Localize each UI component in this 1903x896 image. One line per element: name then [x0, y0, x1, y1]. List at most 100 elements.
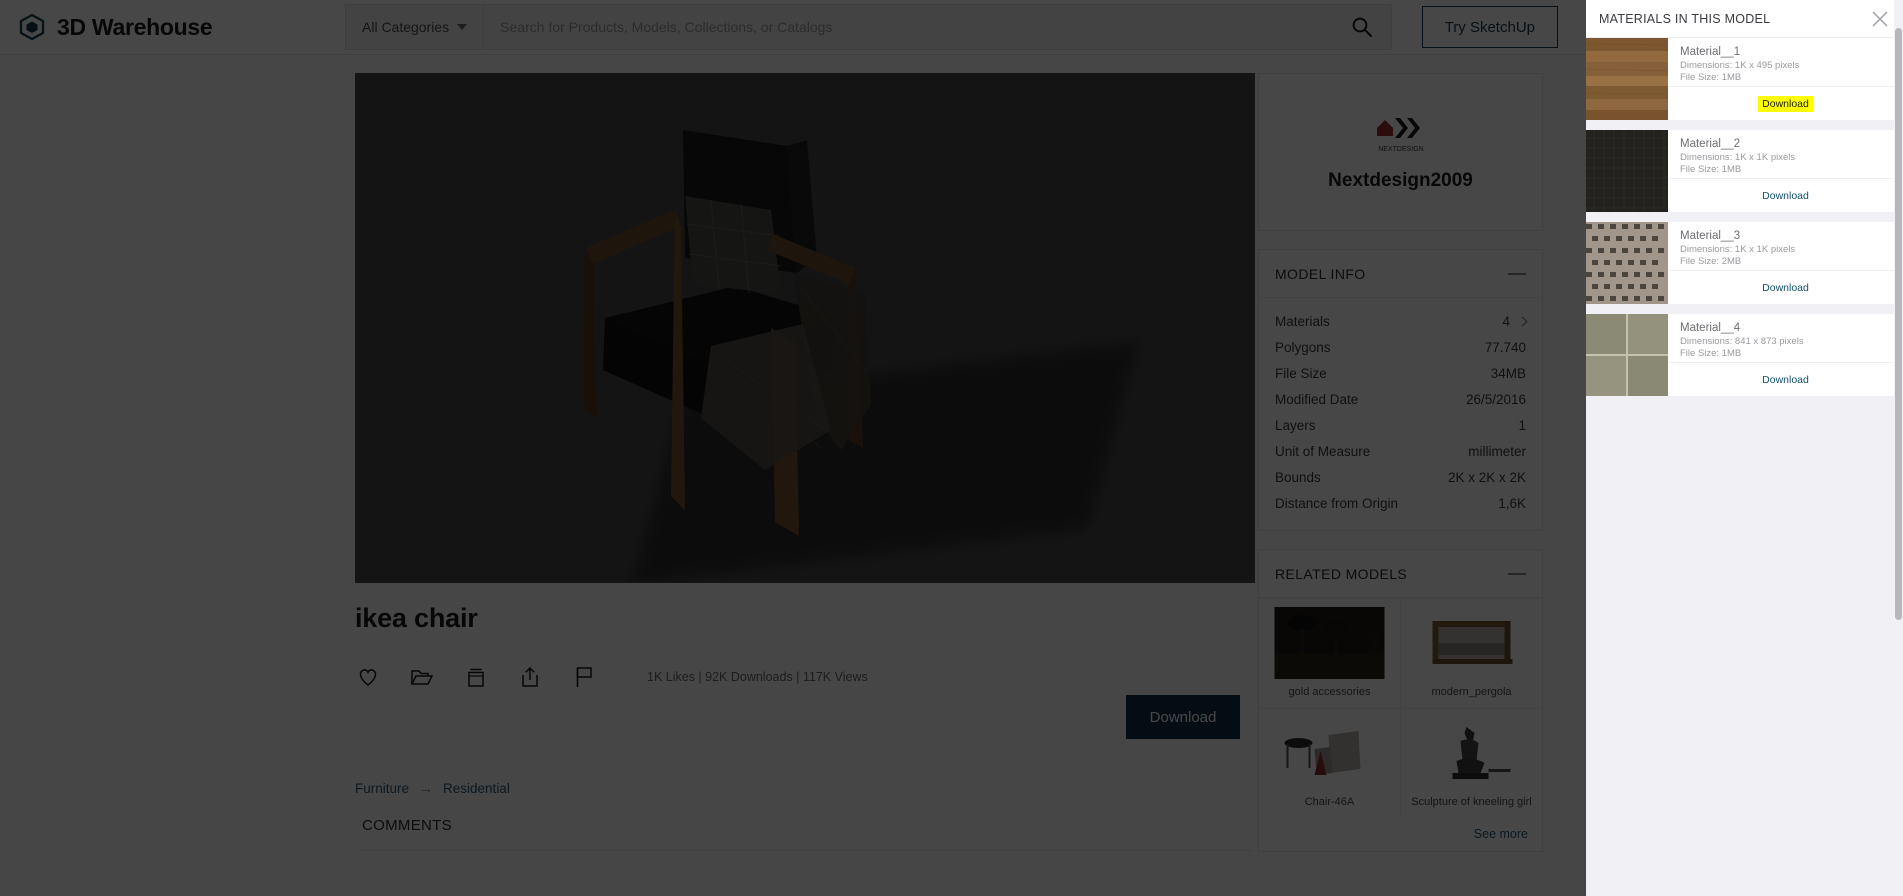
material-download-button[interactable]: Download: [1758, 280, 1813, 296]
material-download-row: Download: [1668, 178, 1903, 212]
breadcrumb-item-residential[interactable]: Residential: [443, 781, 510, 796]
cube-logo-icon: [19, 13, 45, 41]
info-value: 2K x 2K x 2K: [1447, 469, 1526, 485]
info-row-modified-date: Modified Date 26/5/2016: [1275, 386, 1526, 412]
material-item[interactable]: Material__3 Dimensions: 1K x 1K pixels F…: [1586, 222, 1903, 304]
info-label: Polygons: [1275, 339, 1331, 355]
download-model-button[interactable]: Download: [1126, 695, 1240, 739]
breadcrumb: Furniture → Residential: [355, 780, 510, 796]
close-materials-panel-button[interactable]: [1869, 8, 1891, 30]
material-download-button[interactable]: Download: [1758, 95, 1813, 112]
model-action-row: 1K Likes | 92K Downloads | 117K Views: [355, 664, 1255, 690]
info-label: Distance from Origin: [1275, 495, 1399, 511]
material-meta: Material__3 Dimensions: 1K x 1K pixels F…: [1668, 222, 1903, 270]
info-row-distance-from-origin: Distance from Origin 1,6K: [1275, 490, 1526, 516]
material-download-row: Download: [1668, 270, 1903, 304]
materials-panel-scrollbar[interactable]: [1894, 0, 1903, 896]
info-row-file-size: File Size 34MB: [1275, 360, 1526, 386]
model-info-card: MODEL INFO Materials 4 Polygons 77.740 F…: [1258, 249, 1543, 531]
related-model-sculpture-kneeling-girl[interactable]: Sculpture of kneeling girl: [1401, 709, 1542, 818]
collapse-related-models-icon[interactable]: [1508, 572, 1526, 575]
material-file-size: File Size: 1MB: [1680, 348, 1742, 359]
material-dimensions: Dimensions: 1K x 495 pixels: [1680, 60, 1800, 71]
info-value: 1: [1518, 417, 1526, 433]
info-row-polygons: Polygons 77.740: [1275, 334, 1526, 360]
info-value: 77.740: [1484, 339, 1526, 355]
search-input[interactable]: [484, 5, 1333, 49]
material-item[interactable]: Material__1 Dimensions: 1K x 495 pixels …: [1586, 38, 1903, 120]
info-value: millimeter: [1468, 443, 1526, 459]
related-model-gold-accessories[interactable]: gold accessories: [1259, 599, 1400, 708]
material-file-size: File Size: 1MB: [1680, 164, 1742, 175]
info-label: Modified Date: [1275, 391, 1359, 407]
flag-icon[interactable]: [571, 664, 597, 690]
material-download-row: Download: [1668, 362, 1903, 396]
info-row-materials[interactable]: Materials 4: [1275, 308, 1528, 334]
report-flag-icon: [576, 667, 592, 687]
share-icon[interactable]: [517, 664, 543, 690]
box-stack-icon: [468, 668, 484, 687]
author-name: Nextdesign2009: [1328, 170, 1473, 191]
related-model-chair-46a[interactable]: Chair-46A: [1259, 709, 1400, 818]
material-file-size: File Size: 2MB: [1680, 256, 1742, 267]
scrollbar-thumb[interactable]: [1895, 28, 1902, 620]
materials-panel-header: MATERIALS IN THIS MODEL: [1586, 0, 1903, 38]
info-value-wrap: 4: [1502, 314, 1528, 329]
info-row-unit-of-measure: Unit of Measure millimeter: [1275, 438, 1526, 464]
related-thumb-icon: [1407, 607, 1536, 679]
model-viewer[interactable]: [355, 73, 1255, 583]
page-content: ikea chair 1K Likes | 92K Downloads | 11…: [0, 55, 1586, 896]
close-icon: [1872, 10, 1888, 27]
info-label: Materials: [1275, 313, 1330, 329]
related-models-card: RELATED MODELS gold accessories modern_p…: [1258, 549, 1543, 852]
material-thumbnail-icon: [1586, 314, 1668, 396]
material-download-row: Download: [1668, 86, 1903, 120]
brand-logo-area[interactable]: 3D Warehouse: [0, 13, 320, 41]
search-button[interactable]: [1333, 5, 1391, 49]
related-thumb-icon: [1265, 717, 1394, 789]
related-model-modern-pergola[interactable]: modern_pergola: [1401, 599, 1542, 708]
material-body: Material__1 Dimensions: 1K x 495 pixels …: [1668, 38, 1903, 120]
model-info-header: MODEL INFO: [1259, 250, 1542, 298]
model-title-block: ikea chair 1K Likes | 92K Downloads | 11…: [355, 603, 1255, 690]
material-thumbnail-icon: [1586, 38, 1668, 120]
material-item[interactable]: Material__2 Dimensions: 1K x 1K pixels F…: [1586, 130, 1903, 212]
search-bar: All Categories: [345, 4, 1392, 50]
chevron-down-icon: [457, 24, 468, 30]
material-meta: Material__4 Dimensions: 841 x 873 pixels…: [1668, 314, 1903, 362]
material-thumbnail-icon: [1586, 130, 1668, 212]
breadcrumb-arrow-icon: →: [419, 780, 434, 796]
material-thumbnail-icon: [1586, 222, 1668, 304]
chair-model-render: [583, 130, 871, 536]
collapse-model-info-icon[interactable]: [1508, 272, 1526, 275]
info-label: Layers: [1275, 417, 1316, 433]
folder-icon[interactable]: [409, 664, 435, 690]
material-dimensions: Dimensions: 1K x 1K pixels: [1680, 244, 1796, 255]
try-sketchup-button[interactable]: Try SketchUp: [1421, 6, 1558, 48]
see-more-link[interactable]: See more: [1259, 818, 1542, 851]
material-download-button[interactable]: Download: [1758, 372, 1813, 388]
category-dropdown[interactable]: All Categories: [346, 5, 485, 49]
page-title: ikea chair: [355, 603, 478, 633]
related-model-label: gold accessories: [1288, 686, 1371, 698]
material-download-button[interactable]: Download: [1758, 188, 1813, 204]
info-row-layers: Layers 1: [1275, 412, 1526, 438]
material-body: Material__2 Dimensions: 1K x 1K pixels F…: [1668, 130, 1903, 212]
related-thumb-icon: [1265, 607, 1394, 679]
material-dimensions: Dimensions: 1K x 1K pixels: [1680, 152, 1796, 163]
upload-share-icon: [522, 666, 538, 687]
material-name: Material__2: [1680, 138, 1741, 150]
right-column: NEXTDESIGN Nextdesign2009 MODEL INFO Mat…: [1258, 73, 1543, 870]
breadcrumb-item-furniture[interactable]: Furniture: [355, 781, 409, 796]
open-folder-icon: [410, 670, 434, 685]
materials-list: Material__1 Dimensions: 1K x 495 pixels …: [1586, 38, 1903, 396]
related-model-label: modern_pergola: [1431, 686, 1512, 698]
material-item[interactable]: Material__4 Dimensions: 841 x 873 pixels…: [1586, 314, 1903, 396]
info-row-bounds: Bounds 2K x 2K x 2K: [1275, 464, 1526, 490]
material-body: Material__4 Dimensions: 841 x 873 pixels…: [1668, 314, 1903, 396]
archive-icon[interactable]: [463, 664, 489, 690]
like-icon[interactable]: [355, 664, 381, 690]
author-card[interactable]: NEXTDESIGN Nextdesign2009: [1258, 73, 1543, 231]
related-model-label: Sculpture of kneeling girl: [1411, 796, 1532, 808]
category-dropdown-label: All Categories: [362, 19, 450, 35]
